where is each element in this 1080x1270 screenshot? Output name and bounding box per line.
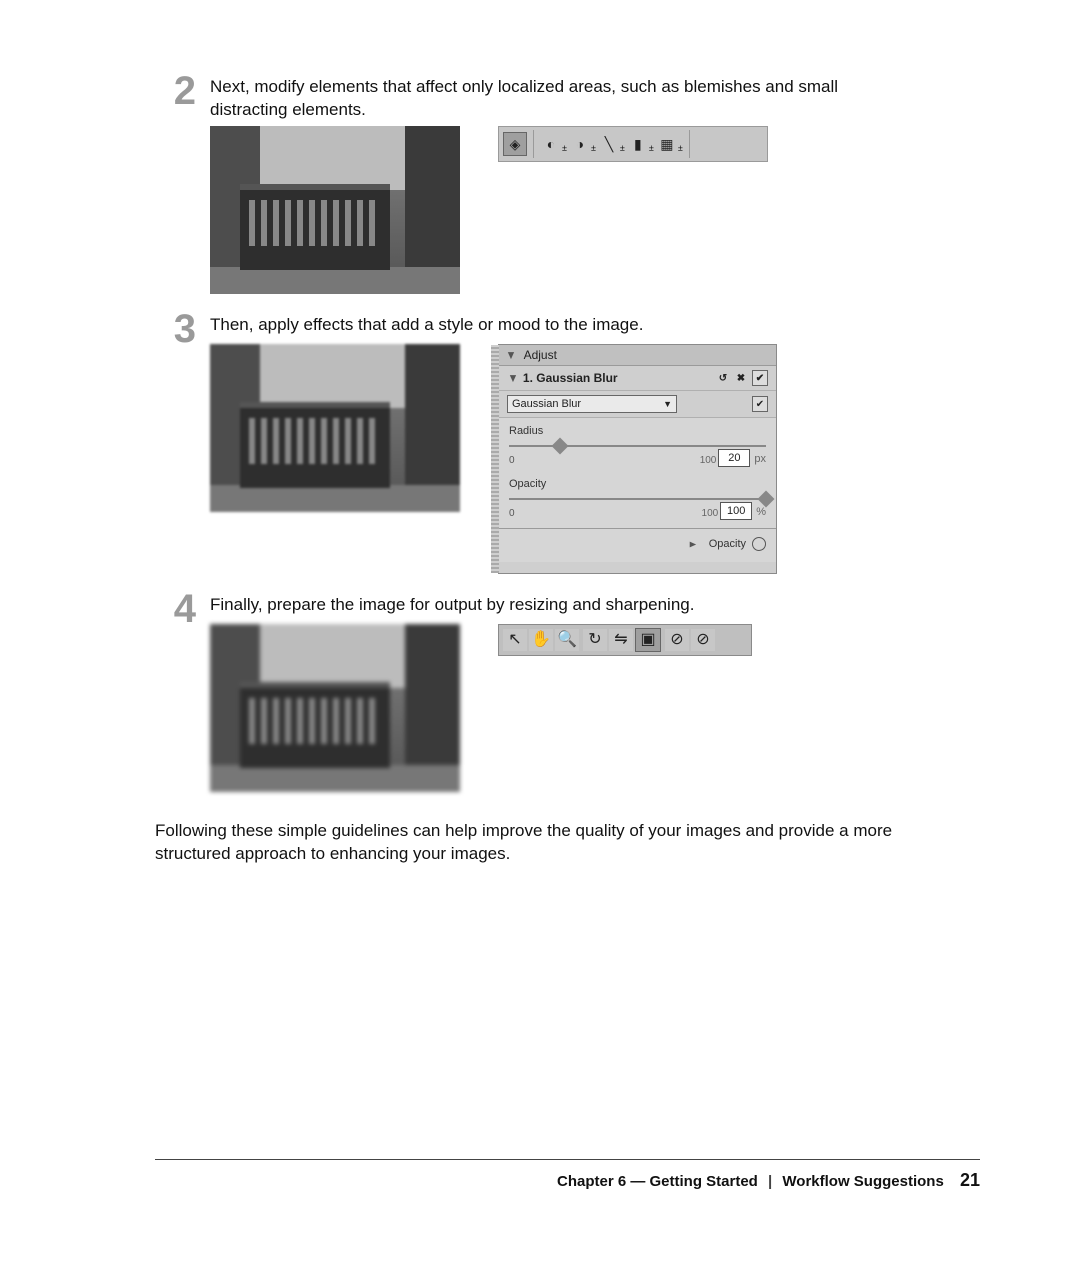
opacity-min: 0 [509,507,515,521]
opacity-expand-row[interactable]: ▼ Opacity [509,537,766,552]
reset-icon[interactable]: ↺ [716,371,730,385]
nodrop-icon[interactable]: ⊘ [665,629,689,651]
opacity-radio[interactable] [752,537,766,551]
example-image-step2 [210,126,460,294]
radius-unit: px [754,452,766,467]
page-footer: Chapter 6 — Getting Started | Workflow S… [155,1159,980,1192]
page-number: 21 [960,1170,980,1190]
step-3-text: Then, apply effects that add a style or … [210,314,918,337]
flip-icon[interactable]: ⇋ [609,629,633,651]
example-image-step4 [210,624,460,792]
radius-slider[interactable] [509,445,766,447]
zoom-icon[interactable]: 🔍 [555,629,579,651]
opacity-unit: % [756,505,766,520]
closing-paragraph: Following these simple guidelines can he… [155,820,925,866]
radius-min: 0 [509,454,515,468]
adjust-panel: ▼ Adjust ▼ 1. Gaussian Blur ↺ ✖ ✔ Gaussi… [498,344,777,574]
step-4-text: Finally, prepare the image for output by… [210,594,918,617]
opacity-slider[interactable] [509,498,766,500]
disclosure-triangle-icon[interactable]: ▼ [506,347,517,363]
step-2-text: Next, modify elements that affect only l… [210,76,918,122]
radius-label: Radius [509,424,766,439]
stamp-icon[interactable]: ▦ [656,133,678,155]
opacity-value-input[interactable]: 100 [720,502,752,520]
footer-section: Workflow Suggestions [782,1173,943,1190]
delete-icon[interactable]: ✖ [734,371,748,385]
panel-header[interactable]: ▼ Adjust [499,345,776,366]
disclosure-triangle-icon[interactable]: ▼ [508,370,519,386]
radius-max: 100 [700,454,717,468]
rotate-icon[interactable]: ↻ [583,629,607,651]
enable-checkbox[interactable]: ✔ [752,370,768,386]
effect-item-row[interactable]: ▼ 1. Gaussian Blur ↺ ✖ ✔ [499,366,776,391]
retouch-toolbar: ◈ ◐± ◑± ╲± ▮± ▦± [498,126,768,162]
chevron-down-icon: ▼ [663,398,672,410]
patch-icon[interactable]: ▮ [627,133,649,155]
step-number-2: 2 [160,64,196,118]
radius-value-input[interactable]: 20 [718,449,750,467]
arrow-nw-icon[interactable]: ↖ [503,629,527,651]
step-number-3: 3 [160,302,196,356]
preview-toggle[interactable]: ✔ [752,396,768,412]
nodrop2-icon[interactable]: ⊘ [691,629,715,651]
footer-chapter: Chapter 6 — Getting Started [557,1173,758,1190]
effect-dropdown-row: Gaussian Blur ▼ ✔ [499,391,776,418]
output-toolbar: ↖ ✋ 🔍 ↻ ⇋ ▣ ⊘ ⊘ [498,624,752,656]
hand-icon[interactable]: ✋ [529,629,553,651]
disclosure-triangle-icon: ▼ [686,540,701,550]
opacity-max: 100 [702,507,719,521]
step-number-4: 4 [160,582,196,636]
effect-dropdown[interactable]: Gaussian Blur ▼ [507,395,677,413]
example-image-step3 [210,344,460,512]
dodge-icon[interactable]: ◐ [540,133,562,155]
panel-title: Adjust [524,348,557,362]
sponge-icon[interactable]: ◑ [569,133,591,155]
effect-item-title: 1. Gaussian Blur [523,370,618,386]
eye-icon[interactable]: ◈ [503,132,527,156]
brush-icon[interactable]: ╲ [598,133,620,155]
crop-icon[interactable]: ▣ [635,628,661,652]
opacity-label: Opacity [509,477,766,492]
